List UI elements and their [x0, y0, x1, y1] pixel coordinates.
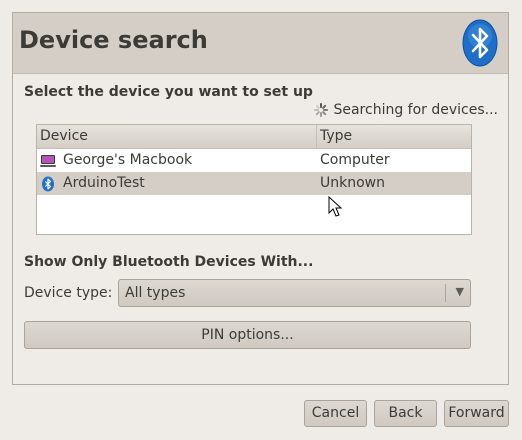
device-type-value: All types — [125, 285, 186, 301]
select-device-label: Select the device you want to set up — [24, 84, 313, 100]
column-header-device[interactable]: Device — [37, 125, 317, 148]
cancel-button[interactable]: Cancel — [304, 400, 367, 427]
device-type-label: Device type: — [24, 285, 113, 301]
pin-options-button[interactable]: PIN options... — [24, 321, 471, 349]
spinner-icon — [314, 103, 329, 117]
filter-section-label: Show Only Bluetooth Devices With... — [24, 254, 314, 270]
bluetooth-icon — [462, 19, 498, 67]
back-button[interactable]: Back — [374, 400, 437, 427]
bluetooth-icon — [42, 176, 54, 191]
forward-button[interactable]: Forward — [444, 400, 509, 427]
device-list[interactable]: Device Type George's Macbook Computer Ar… — [36, 124, 472, 235]
column-header-type[interactable]: Type — [317, 125, 471, 148]
dropdown-separator — [445, 284, 446, 302]
device-name: George's Macbook — [63, 152, 193, 168]
device-row[interactable]: George's Macbook Computer — [37, 149, 471, 172]
computer-icon — [40, 154, 56, 167]
device-name: ArduinoTest — [63, 175, 145, 191]
device-type-dropdown[interactable]: All types ▼ — [118, 279, 471, 307]
page-title: Device search — [19, 26, 208, 54]
mouse-cursor-icon — [328, 196, 342, 217]
chevron-down-icon: ▼ — [455, 285, 464, 298]
page-header: Device search — [13, 13, 508, 74]
searching-text: Searching for devices... — [333, 102, 498, 118]
list-header: Device Type — [37, 125, 471, 149]
device-row-selected[interactable]: ArduinoTest Unknown — [37, 172, 471, 195]
searching-status: Searching for devices... — [314, 102, 498, 118]
device-type: Unknown — [320, 175, 385, 191]
device-cell: George's Macbook — [37, 149, 317, 172]
device-cell: ArduinoTest — [37, 172, 317, 195]
device-type: Computer — [320, 152, 390, 168]
